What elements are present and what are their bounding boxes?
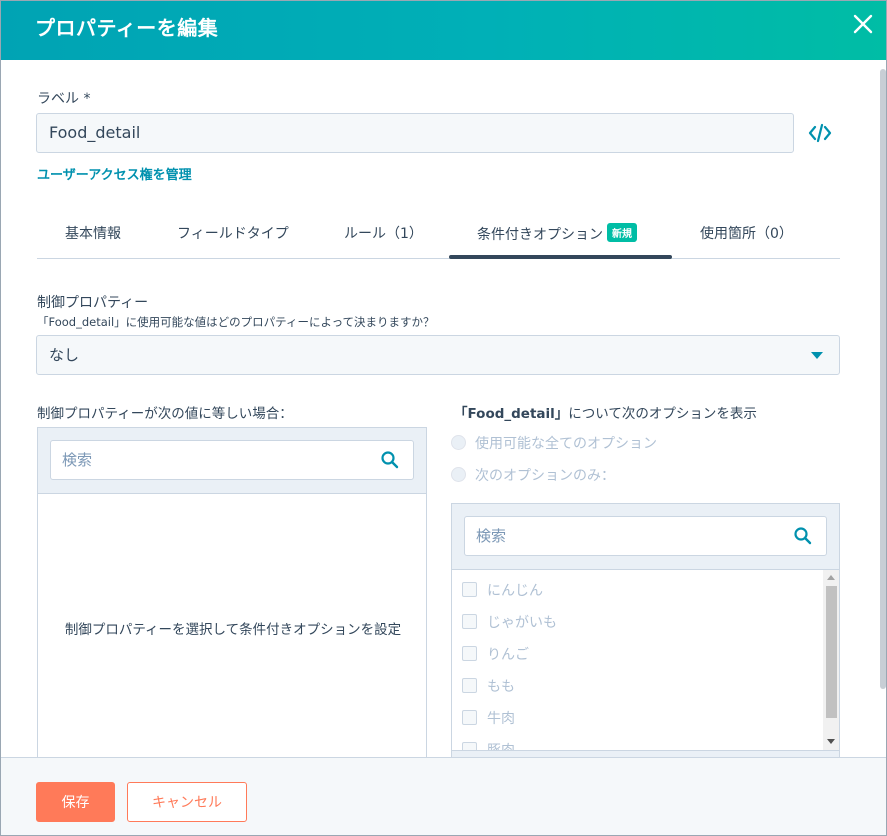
dialog-header: プロパティーを編集: [1, 1, 886, 60]
radio-button[interactable]: [451, 435, 466, 450]
right-panel-title-suffix: について次のオプションを表示: [568, 406, 757, 422]
cancel-button[interactable]: キャンセル: [127, 782, 247, 822]
checkbox[interactable]: [462, 678, 477, 693]
label-field-label: ラベル *: [37, 91, 91, 107]
list-item[interactable]: 豚肉: [462, 740, 515, 750]
dialog-title: プロパティーを編集: [35, 16, 219, 40]
option-label: りんご: [487, 647, 529, 663]
tab-conditional-options[interactable]: 条件付きオプション 新規: [477, 223, 637, 244]
checkbox[interactable]: [462, 614, 477, 629]
controlling-values-panel: 検索 制御プロパティーを選択して条件付きオプションを設定: [37, 427, 427, 767]
right-panel-title-prefix: 「Food_detail」: [454, 406, 569, 422]
tab-usage[interactable]: 使用箇所（0）: [700, 223, 793, 243]
list-item[interactable]: 牛肉: [462, 708, 515, 728]
scrollbar-thumb[interactable]: [826, 586, 837, 718]
options-panel: 検索 にんじん じゃがいも りんご もも 牛肉 豚肉: [451, 503, 840, 763]
dialog-scrollbar[interactable]: [880, 69, 886, 689]
option-label: 牛肉: [487, 711, 515, 727]
list-item[interactable]: もも: [462, 676, 515, 696]
checkbox[interactable]: [462, 582, 477, 597]
option-label: にんじん: [487, 583, 543, 599]
left-search-input[interactable]: 検索: [50, 440, 414, 480]
tab-bar: 基本情報 フィールドタイプ ルール（1） 条件付きオプション 新規 使用箇所（0）: [37, 215, 840, 259]
radio-only-options-label: 次のオプションのみ：: [475, 468, 615, 484]
checkbox[interactable]: [462, 742, 477, 750]
manage-user-access-link[interactable]: ユーザーアクセス権を管理: [37, 164, 192, 183]
radio-button[interactable]: [451, 467, 466, 482]
tab-basic-info[interactable]: 基本情報: [65, 223, 121, 243]
radio-all-options[interactable]: 使用可能な全てのオプション: [451, 433, 657, 453]
list-item[interactable]: りんご: [462, 644, 529, 664]
checkbox[interactable]: [462, 646, 477, 661]
options-scrollbar[interactable]: [823, 570, 839, 750]
search-icon[interactable]: [380, 450, 400, 470]
left-search-bar: 検索: [38, 428, 426, 494]
controlling-property-description: 「Food_detail」に使用可能な値はどのプロパティーによって決まりますか？: [37, 315, 435, 329]
save-button[interactable]: 保存: [36, 782, 115, 822]
dialog-footer: 保存 キャンセル: [1, 757, 886, 835]
controlling-property-title: 制御プロパティー: [37, 295, 149, 311]
close-icon[interactable]: [852, 13, 874, 35]
search-icon[interactable]: [793, 526, 813, 546]
code-icon[interactable]: [807, 121, 833, 145]
right-search-input[interactable]: 検索: [464, 516, 827, 556]
right-panel-title: 「Food_detail」について次のオプションを表示: [454, 402, 757, 422]
active-tab-indicator: [449, 255, 672, 259]
scroll-down-icon[interactable]: [827, 739, 835, 744]
checkbox[interactable]: [462, 710, 477, 725]
tab-conditional-options-label: 条件付きオプション: [477, 227, 603, 243]
option-label: もも: [487, 679, 515, 695]
left-panel-title: 制御プロパティーが次の値に等しい場合：: [37, 406, 293, 422]
list-item[interactable]: じゃがいも: [462, 612, 557, 632]
option-label: 豚肉: [487, 743, 515, 750]
list-item[interactable]: にんじん: [462, 580, 543, 600]
radio-all-options-label: 使用可能な全てのオプション: [475, 436, 657, 452]
label-input[interactable]: Food_detail: [36, 113, 794, 153]
tab-field-type[interactable]: フィールドタイプ: [177, 223, 289, 243]
chevron-down-icon: [811, 352, 823, 359]
empty-state-message: 制御プロパティーを選択して条件付きオプションを設定: [64, 622, 402, 638]
option-label: じゃがいも: [487, 615, 557, 631]
new-badge: 新規: [607, 223, 637, 242]
edit-property-dialog: プロパティーを編集 ラベル * Food_detail ユーザーアクセス権を管理…: [0, 0, 887, 836]
scroll-up-icon[interactable]: [827, 575, 835, 580]
radio-only-options[interactable]: 次のオプションのみ：: [451, 465, 615, 485]
right-search-bar: 検索: [452, 504, 839, 570]
options-list: にんじん じゃがいも りんご もも 牛肉 豚肉: [452, 570, 823, 750]
controlling-property-select[interactable]: なし: [36, 335, 840, 375]
controlling-property-value: なし: [49, 346, 80, 364]
tab-rules[interactable]: ルール（1）: [344, 223, 423, 243]
